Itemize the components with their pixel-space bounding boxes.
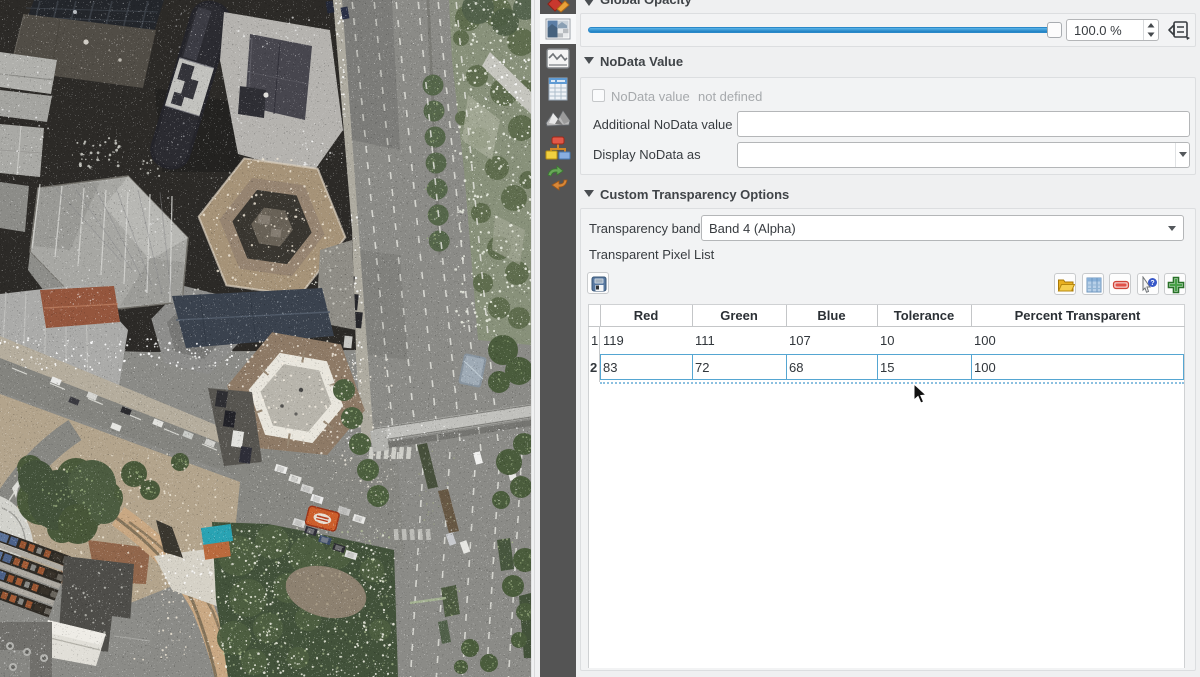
svg-text:?: ?	[1150, 280, 1154, 287]
